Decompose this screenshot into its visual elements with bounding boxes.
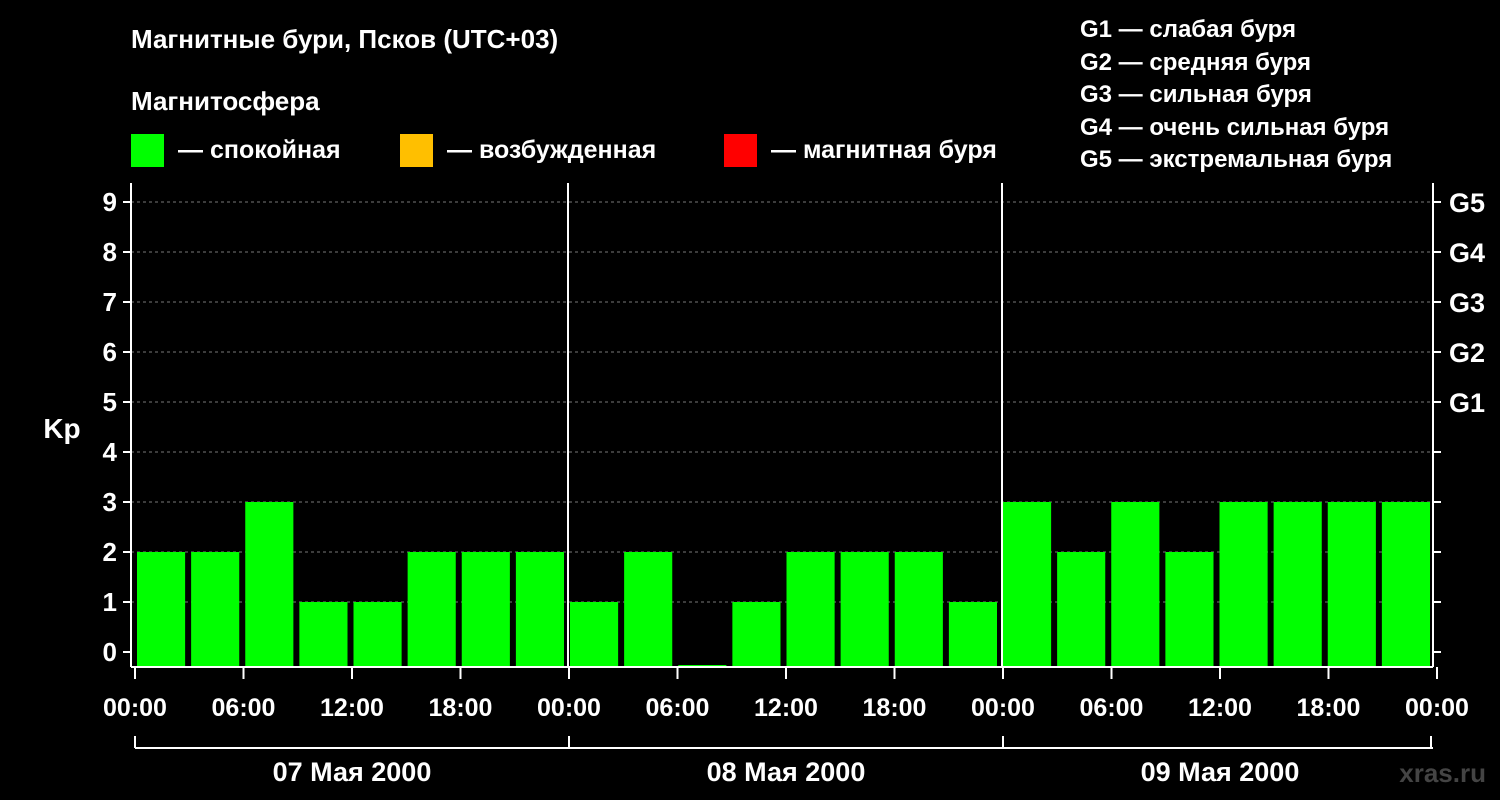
kp-bar xyxy=(1381,502,1430,667)
kp-bar xyxy=(894,552,943,667)
kp-bar xyxy=(191,552,240,667)
x-tick-label: 18:00 xyxy=(1297,694,1361,722)
kp-bar xyxy=(786,552,835,667)
g-scale-label: G3 xyxy=(1449,288,1485,318)
kp-bar xyxy=(407,552,456,667)
day-label: 07 Мая 2000 xyxy=(273,757,432,787)
kp-bar xyxy=(137,552,186,667)
kp-bar xyxy=(353,602,402,667)
kp-bar xyxy=(461,552,510,667)
kp-bar xyxy=(1273,502,1322,667)
y-axis-label: Kp xyxy=(43,413,80,444)
watermark: xras.ru xyxy=(1399,758,1486,788)
kp-bar-chart: 0 1 2 3 4 5 6 7 8 9 G1 G2 G3 G4 G5 Kp 00:00 06:00 12:00 18:… xyxy=(43,183,1485,787)
x-tick-label: 06:00 xyxy=(1080,694,1144,722)
x-tick-label: 12:00 xyxy=(1188,694,1252,722)
x-tick-label: 00:00 xyxy=(1405,694,1469,722)
kp-bar xyxy=(1003,502,1052,667)
kp-bar xyxy=(1057,552,1106,667)
kp-bar xyxy=(515,552,564,667)
day-label: 08 Мая 2000 xyxy=(707,757,866,787)
kp-bar xyxy=(732,602,781,667)
kp-bar xyxy=(1327,502,1376,667)
y-tick-label: 0 xyxy=(103,637,117,667)
y-tick-label: 3 xyxy=(103,487,117,517)
g-scale-label: G1 xyxy=(1449,388,1485,418)
y-tick-label: 2 xyxy=(103,537,117,567)
x-tick-label: 06:00 xyxy=(212,694,276,722)
kp-bar xyxy=(245,502,294,667)
y-tick-label: 8 xyxy=(103,237,117,267)
day-label: 09 Мая 2000 xyxy=(1141,757,1300,787)
kp-bar xyxy=(624,552,673,667)
y-tick-label: 5 xyxy=(103,387,117,417)
x-tick-label: 06:00 xyxy=(646,694,710,722)
kp-bar xyxy=(1165,552,1214,667)
x-tick-label: 12:00 xyxy=(754,694,818,722)
x-tick-label: 00:00 xyxy=(103,694,167,722)
x-tick-label: 00:00 xyxy=(971,694,1035,722)
kp-bar xyxy=(840,552,889,667)
x-tick-label: 00:00 xyxy=(537,694,601,722)
y-tick-label: 6 xyxy=(103,337,117,367)
y-tick-label: 4 xyxy=(103,437,118,467)
y-tick-label: 9 xyxy=(103,187,117,217)
kp-bar xyxy=(299,602,348,667)
g-scale-label: G4 xyxy=(1449,238,1485,268)
x-tick-label: 12:00 xyxy=(320,694,384,722)
g-scale-label: G2 xyxy=(1449,338,1485,368)
kp-bar xyxy=(948,602,997,667)
kp-bar xyxy=(1219,502,1268,667)
y-tick-label: 1 xyxy=(103,587,117,617)
x-tick-label: 18:00 xyxy=(429,694,493,722)
x-tick-label: 18:00 xyxy=(863,694,927,722)
kp-bar xyxy=(1111,502,1160,667)
kp-bar xyxy=(570,602,619,667)
y-tick-label: 7 xyxy=(103,287,117,317)
g-scale-label: G5 xyxy=(1449,188,1485,218)
